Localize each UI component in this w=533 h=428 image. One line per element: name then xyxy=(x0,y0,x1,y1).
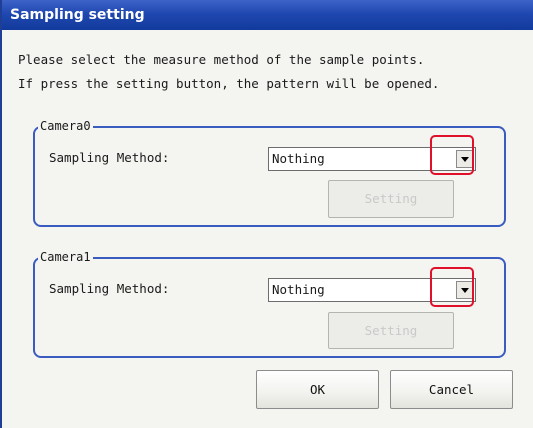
camera0-sampling-method-select[interactable]: Nothing xyxy=(268,147,476,171)
camera1-setting-button[interactable]: Setting xyxy=(328,312,454,349)
camera0-sampling-method-value: Nothing xyxy=(272,151,325,166)
camera0-group-title: Camera0 xyxy=(38,119,93,133)
camera0-group: Camera0 Sampling Method: Nothing Setting xyxy=(33,119,506,227)
ok-button[interactable]: OK xyxy=(256,370,379,409)
camera1-group: Camera1 Sampling Method: Nothing Setting xyxy=(33,250,506,358)
chevron-down-icon xyxy=(461,288,469,293)
chevron-down-icon xyxy=(461,157,469,162)
camera1-sampling-method-value: Nothing xyxy=(272,282,325,297)
cancel-button[interactable]: Cancel xyxy=(390,370,513,409)
dialog-body: Please select the measure method of the … xyxy=(4,30,533,428)
camera1-sampling-method-label: Sampling Method: xyxy=(49,281,170,296)
camera0-setting-button[interactable]: Setting xyxy=(328,180,454,218)
instruction-line-1: Please select the measure method of the … xyxy=(18,52,425,67)
camera1-group-title: Camera1 xyxy=(38,250,93,264)
sampling-setting-dialog: Sampling setting Please select the measu… xyxy=(0,0,533,428)
camera0-dropdown-button[interactable] xyxy=(456,150,473,168)
dialog-title: Sampling setting xyxy=(2,0,533,30)
camera1-sampling-method-select[interactable]: Nothing xyxy=(268,278,476,302)
camera0-sampling-method-label: Sampling Method: xyxy=(49,150,170,165)
camera1-dropdown-button[interactable] xyxy=(456,281,473,299)
instruction-line-2: If press the setting button, the pattern… xyxy=(18,76,440,91)
